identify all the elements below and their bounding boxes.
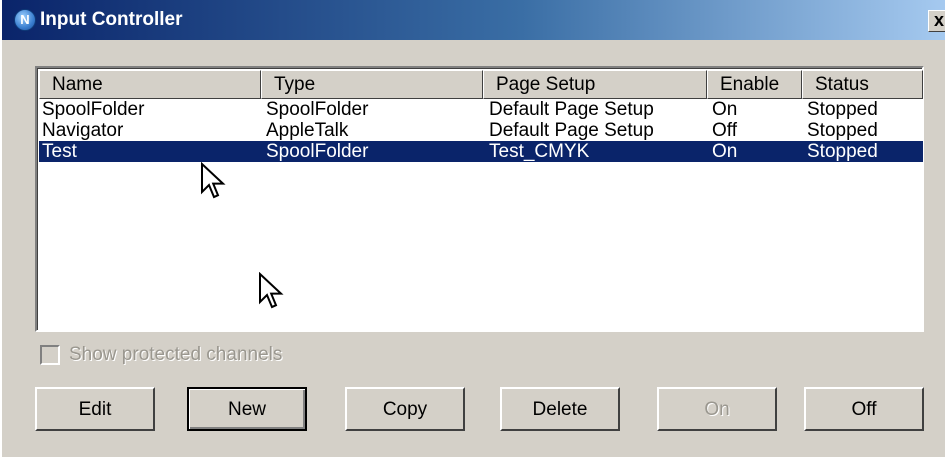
row-page-setup: Test_CMYK [489, 141, 590, 162]
show-protected-label: Show protected channels [69, 344, 283, 365]
row-page-setup: Default Page Setup [489, 99, 654, 120]
window-title: Input Controller [40, 9, 183, 30]
mouse-pointer-icon [259, 272, 284, 309]
new-button[interactable]: New [187, 387, 307, 431]
row-enable: Off [712, 120, 737, 141]
row-type: SpoolFolder [266, 141, 369, 162]
column-header-page-setup[interactable]: Page Setup [483, 70, 707, 99]
list-row-selected[interactable]: Test SpoolFolder Test_CMYK On Stopped [39, 141, 923, 162]
app-icon: N [14, 9, 36, 31]
mouse-pointer-icon [201, 162, 226, 199]
row-status: Stopped [807, 141, 878, 162]
show-protected-checkbox[interactable] [40, 345, 60, 365]
column-header-type[interactable]: Type [261, 70, 483, 99]
row-enable: On [712, 99, 738, 120]
row-enable: On [712, 141, 738, 162]
off-button[interactable]: Off [804, 387, 924, 431]
delete-button[interactable]: Delete [500, 387, 620, 431]
list-row[interactable]: Navigator AppleTalk Default Page Setup O… [39, 120, 923, 141]
column-header-status[interactable]: Status [802, 70, 923, 99]
close-icon: x [933, 10, 944, 30]
title-bar[interactable]: N Input Controller x [2, 0, 945, 40]
input-controller-window: N Input Controller x Name Type Page Setu… [0, 0, 945, 457]
row-status: Stopped [807, 120, 878, 141]
edit-button[interactable]: Edit [35, 387, 155, 431]
row-type: SpoolFolder [266, 99, 369, 120]
column-header-name[interactable]: Name [39, 70, 261, 99]
row-type: AppleTalk [266, 120, 349, 141]
on-button: On [657, 387, 777, 431]
list-header: Name Type Page Setup Enable Status [39, 70, 923, 99]
close-button[interactable]: x [928, 10, 945, 32]
copy-button[interactable]: Copy [345, 387, 465, 431]
list-row[interactable]: SpoolFolder SpoolFolder Default Page Set… [39, 99, 923, 120]
row-name: Navigator [42, 120, 124, 141]
row-page-setup: Default Page Setup [489, 120, 654, 141]
row-name: SpoolFolder [42, 99, 145, 120]
row-status: Stopped [807, 99, 878, 120]
column-header-enable[interactable]: Enable [707, 70, 802, 99]
row-name: Test [42, 141, 77, 162]
channel-list[interactable]: Name Type Page Setup Enable Status Spool… [35, 66, 924, 332]
